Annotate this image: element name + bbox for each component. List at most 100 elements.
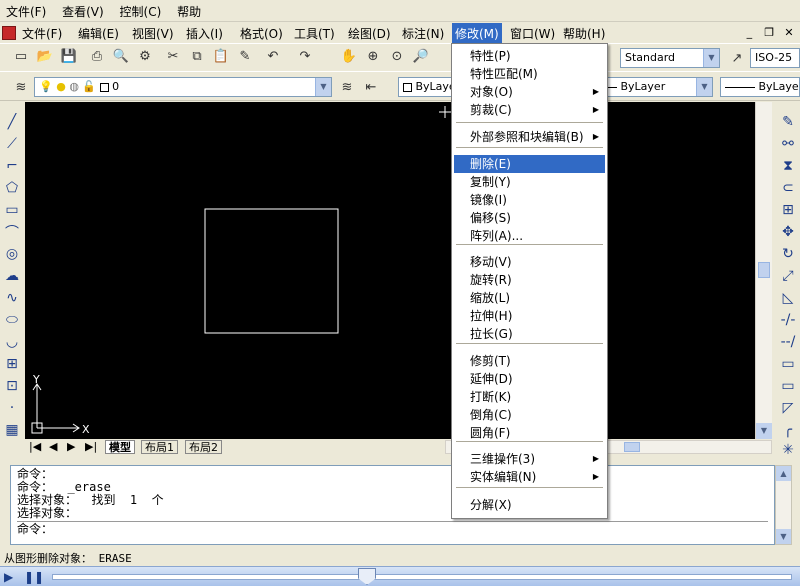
chamfer-icon[interactable]: ◸ [777, 397, 799, 418]
modify-menu-item[interactable]: 三维操作(3) ▶ [454, 450, 605, 468]
canvas-vertical-scrollbar[interactable]: ▼ [755, 102, 772, 439]
make-object-layer-current-icon[interactable]: ≋ [336, 76, 358, 98]
tab-last-button[interactable]: ▶| [85, 440, 97, 454]
app-menu-help[interactable]: 帮助(H) [563, 25, 605, 42]
modify-menu-item[interactable]: 拉长(G) [454, 325, 605, 343]
command-input-line[interactable]: 命令： [17, 521, 768, 536]
scale-icon[interactable]: ⤢ [777, 265, 799, 286]
publish-icon[interactable]: ⚙ [134, 45, 156, 67]
scroll-down-arrow[interactable]: ▼ [776, 529, 791, 544]
color-combo[interactable]: ByLayer [398, 77, 458, 97]
polyline-icon[interactable]: ⌐ [1, 155, 23, 176]
explode-icon[interactable]: ✳ [777, 439, 799, 460]
app-menu-format[interactable]: 格式(O) [240, 25, 283, 42]
modify-menu-item[interactable]: 倒角(C) [454, 406, 605, 424]
dim-style-icon[interactable]: ↗ [726, 47, 748, 69]
rectangle-icon[interactable]: ▭ [1, 199, 23, 220]
app-menu-file[interactable]: 文件(F) [22, 25, 62, 42]
undo-icon[interactable]: ↶ [262, 45, 284, 67]
zoom-previous-icon[interactable]: 🔎 [410, 45, 432, 67]
app-menu-tools[interactable]: 工具(T) [294, 25, 335, 42]
modify-menu-item[interactable]: 镜像(I) [454, 191, 605, 209]
drawn-rectangle[interactable] [204, 208, 339, 334]
modify-menu-item[interactable]: 修剪(T) [454, 352, 605, 370]
menu-help[interactable]: 帮助 [171, 0, 207, 22]
redo-icon[interactable]: ↷ [294, 45, 316, 67]
save-icon[interactable]: 💾 [58, 45, 80, 67]
modify-menu-item[interactable]: 复制(Y) [454, 173, 605, 191]
zoom-realtime-icon[interactable]: ⊕ [362, 45, 384, 67]
menu-file[interactable]: 文件(F) [0, 0, 52, 22]
restore-button[interactable]: ❐ [762, 26, 776, 40]
tab-model[interactable]: 模型 [105, 440, 135, 454]
cut-icon[interactable]: ✂ [162, 45, 184, 67]
paste-icon[interactable]: 📋 [210, 45, 232, 67]
close-button[interactable]: ✕ [782, 26, 796, 40]
horizontal-scroll-thumb[interactable] [624, 442, 640, 452]
modify-menu-item[interactable]: 偏移(S) [454, 209, 605, 227]
modify-menu-item[interactable]: 剪裁(C) ▶ [454, 101, 605, 119]
construction-line-icon[interactable]: ⟋ [1, 133, 23, 154]
app-menu-view[interactable]: 视图(V) [132, 25, 174, 42]
join-icon[interactable]: ▭ [777, 375, 799, 396]
erase-icon[interactable]: ✎ [777, 111, 799, 132]
spline-icon[interactable]: ∿ [1, 287, 23, 308]
new-file-icon[interactable]: ▭ [10, 45, 32, 67]
array-icon[interactable]: ⊞ [777, 199, 799, 220]
layer-previous-icon[interactable]: ⇤ [360, 76, 382, 98]
menu-control[interactable]: 控制(C) [114, 0, 168, 22]
print-preview-icon[interactable]: 🔍 [110, 45, 132, 67]
open-file-icon[interactable]: 📂 [34, 45, 56, 67]
modify-menu-item[interactable]: 外部参照和块编辑(B) ▶ [454, 128, 605, 146]
make-block-icon[interactable]: ⊡ [1, 375, 23, 396]
copy-object-icon[interactable]: ⚯ [777, 133, 799, 154]
arc-icon[interactable]: ⌒ [1, 221, 23, 242]
app-menu-window[interactable]: 窗口(W) [510, 25, 555, 42]
scroll-down-arrow[interactable]: ▼ [756, 423, 772, 439]
tab-next-button[interactable]: ▶ [67, 440, 75, 454]
match-properties-icon[interactable]: ✎ [234, 45, 256, 67]
app-menu-dimension[interactable]: 标注(N) [402, 25, 444, 42]
move-icon[interactable]: ✥ [777, 221, 799, 242]
polygon-icon[interactable]: ⬠ [1, 177, 23, 198]
modify-menu-item[interactable]: 阵列(A)... [454, 227, 605, 245]
layer-combo[interactable]: 💡 ● ◍ 🔓 0 ▼ [34, 77, 332, 97]
insert-block-icon[interactable]: ⊞ [1, 353, 23, 374]
modify-menu-item[interactable]: 对象(O) ▶ [454, 83, 605, 101]
app-menu-modify[interactable]: 修改(M) [452, 23, 502, 43]
revision-cloud-icon[interactable]: ☁ [1, 265, 23, 286]
ellipse-arc-icon[interactable]: ◡ [1, 331, 23, 352]
print-icon[interactable]: ⎙ [86, 45, 108, 67]
text-style-combo[interactable]: Standard ▼ [620, 48, 720, 68]
modify-menu-item[interactable]: 特性匹配(M) [454, 65, 605, 83]
circle-icon[interactable]: ◎ [1, 243, 23, 264]
copy-icon[interactable]: ⧉ [186, 45, 208, 67]
playback-progress-track[interactable] [52, 574, 792, 580]
extend-icon[interactable]: --/ [777, 331, 799, 352]
zoom-window-icon[interactable]: ⊙ [386, 45, 408, 67]
modify-menu-item[interactable]: 删除(E) [454, 155, 605, 173]
command-window-scrollbar[interactable]: ▲ ▼ [775, 465, 792, 545]
modify-menu-item[interactable]: 拉伸(H) [454, 307, 605, 325]
pause-icon[interactable]: ❚❚ [24, 570, 44, 584]
menu-view[interactable]: 查看(V) [56, 0, 110, 22]
tab-first-button[interactable]: |◀ [29, 440, 41, 454]
pan-icon[interactable]: ✋ [338, 45, 360, 67]
line-icon[interactable]: ╱ [1, 111, 23, 132]
modify-menu-item[interactable]: 分解(X) [454, 496, 605, 514]
ellipse-icon[interactable]: ⬭ [1, 309, 23, 330]
hatch-icon[interactable]: ▦ [1, 419, 23, 440]
app-menu-insert[interactable]: 插入(I) [186, 25, 223, 42]
modify-menu-item[interactable]: 圆角(F) [454, 424, 605, 442]
modify-menu-item[interactable]: 实体编辑(N) ▶ [454, 468, 605, 486]
tab-layout2[interactable]: 布局2 [185, 440, 222, 454]
app-icon[interactable] [2, 26, 16, 40]
point-icon[interactable]: · [1, 397, 23, 418]
modify-menu-item[interactable]: 缩放(L) [454, 289, 605, 307]
offset-icon[interactable]: ⊂ [777, 177, 799, 198]
app-menu-edit[interactable]: 编辑(E) [78, 25, 119, 42]
lineweight-combo[interactable]: ByLayer [720, 77, 800, 97]
tab-layout1[interactable]: 布局1 [141, 440, 178, 454]
break-icon[interactable]: ▭ [777, 353, 799, 374]
minimize-button[interactable]: _ [742, 26, 756, 40]
